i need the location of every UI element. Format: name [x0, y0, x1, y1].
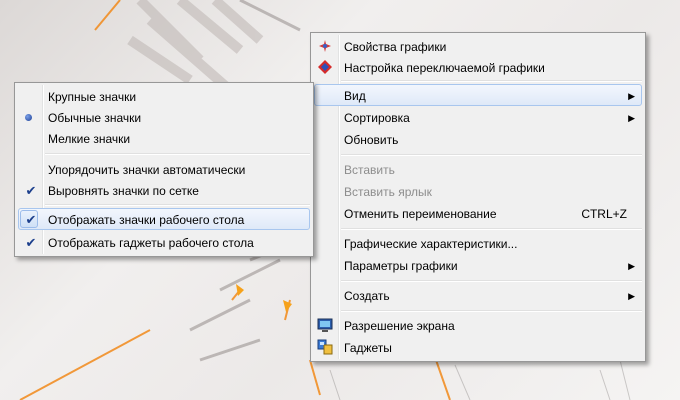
checkmark-icon: ✔ [25, 235, 37, 250]
menu-item-label: Отображать значки рабочего стола [48, 213, 245, 227]
menu-separator [341, 280, 642, 282]
menu-separator [45, 153, 310, 155]
radio-selected-icon [25, 114, 32, 121]
intel-graphics-icon [319, 40, 331, 52]
menu-item-new[interactable]: Создать ▶ [314, 284, 642, 306]
menu-item-graphics-characteristics[interactable]: Графические характеристики... [314, 232, 642, 254]
menu-item-label: Отображать гаджеты рабочего стола [48, 236, 254, 250]
menu-item-label: Параметры графики [344, 259, 458, 273]
menu-item-auto-arrange[interactable]: Упорядочить значки автоматически [18, 158, 310, 180]
menu-item-undo-rename[interactable]: Отменить переименование CTRL+Z [314, 202, 642, 224]
menu-item-label: Создать [344, 289, 390, 303]
menu-item-label: Сортировка [344, 111, 410, 125]
checkmark-icon: ✔ [25, 212, 37, 227]
shortcut-label: CTRL+Z [581, 207, 627, 221]
menu-item-graphics-properties[interactable]: Свойства графики [314, 35, 642, 57]
menu-separator [341, 310, 642, 312]
submenu-arrow-icon: ▶ [628, 261, 635, 271]
menu-item-graphics-options[interactable]: Параметры графики ▶ [314, 254, 642, 276]
menu-item-screen-resolution[interactable]: Разрешение экрана [314, 314, 642, 336]
menu-item-large-icons[interactable]: Крупные значки [18, 85, 310, 107]
menu-item-label: Обновить [344, 133, 399, 147]
menu-item-small-icons[interactable]: Мелкие значки [18, 127, 310, 149]
menu-item-label: Мелкие значки [48, 132, 131, 146]
menu-item-label: Выровнять значки по сетке [48, 184, 199, 198]
checkmark-icon: ✔ [25, 183, 37, 198]
menu-item-label: Отменить переименование [344, 207, 497, 221]
menu-item-switchable-graphics[interactable]: Настройка переключаемой графики [314, 56, 642, 78]
menu-item-label: Вставить [344, 163, 395, 177]
menu-item-label: Свойства графики [344, 40, 447, 54]
menu-item-sort[interactable]: Сортировка ▶ [314, 106, 642, 128]
menu-item-medium-icons[interactable]: Обычные значки [18, 106, 310, 128]
menu-item-label: Обычные значки [48, 111, 142, 125]
menu-separator [341, 154, 642, 156]
menu-item-show-desktop-icons[interactable]: ✔ Отображать значки рабочего стола [18, 208, 310, 230]
menu-separator [341, 228, 642, 230]
view-submenu: Крупные значки Обычные значки Мелкие зна… [14, 82, 314, 257]
menu-item-refresh[interactable]: Обновить [314, 128, 642, 150]
submenu-arrow-icon: ▶ [628, 291, 635, 301]
menu-item-label: Крупные значки [48, 90, 137, 104]
menu-item-align-to-grid[interactable]: ✔ Выровнять значки по сетке [18, 179, 310, 201]
screen-resolution-icon [317, 318, 333, 332]
switchable-graphics-icon [318, 60, 332, 74]
menu-item-label: Настройка переключаемой графики [344, 61, 545, 75]
menu-item-gadgets[interactable]: Гаджеты [314, 336, 642, 358]
gadgets-icon [317, 339, 333, 355]
submenu-arrow-icon: ▶ [628, 113, 635, 123]
menu-item-paste[interactable]: Вставить [314, 158, 642, 180]
submenu-arrow-icon: ▶ [628, 91, 635, 101]
menu-item-label: Графические характеристики... [344, 237, 518, 251]
menu-separator [45, 204, 310, 206]
menu-item-label: Вставить ярлык [344, 185, 432, 199]
menu-item-label: Вид [344, 89, 366, 103]
menu-item-show-gadgets[interactable]: ✔ Отображать гаджеты рабочего стола [18, 231, 310, 253]
menu-item-label: Гаджеты [344, 341, 392, 355]
menu-separator [341, 80, 642, 82]
menu-item-view[interactable]: Вид ▶ [314, 84, 642, 106]
desktop-context-menu: Свойства графики Настройка переключаемой… [310, 32, 646, 362]
menu-item-label: Разрешение экрана [344, 319, 455, 333]
menu-item-paste-shortcut[interactable]: Вставить ярлык [314, 180, 642, 202]
menu-item-label: Упорядочить значки автоматически [48, 163, 246, 177]
